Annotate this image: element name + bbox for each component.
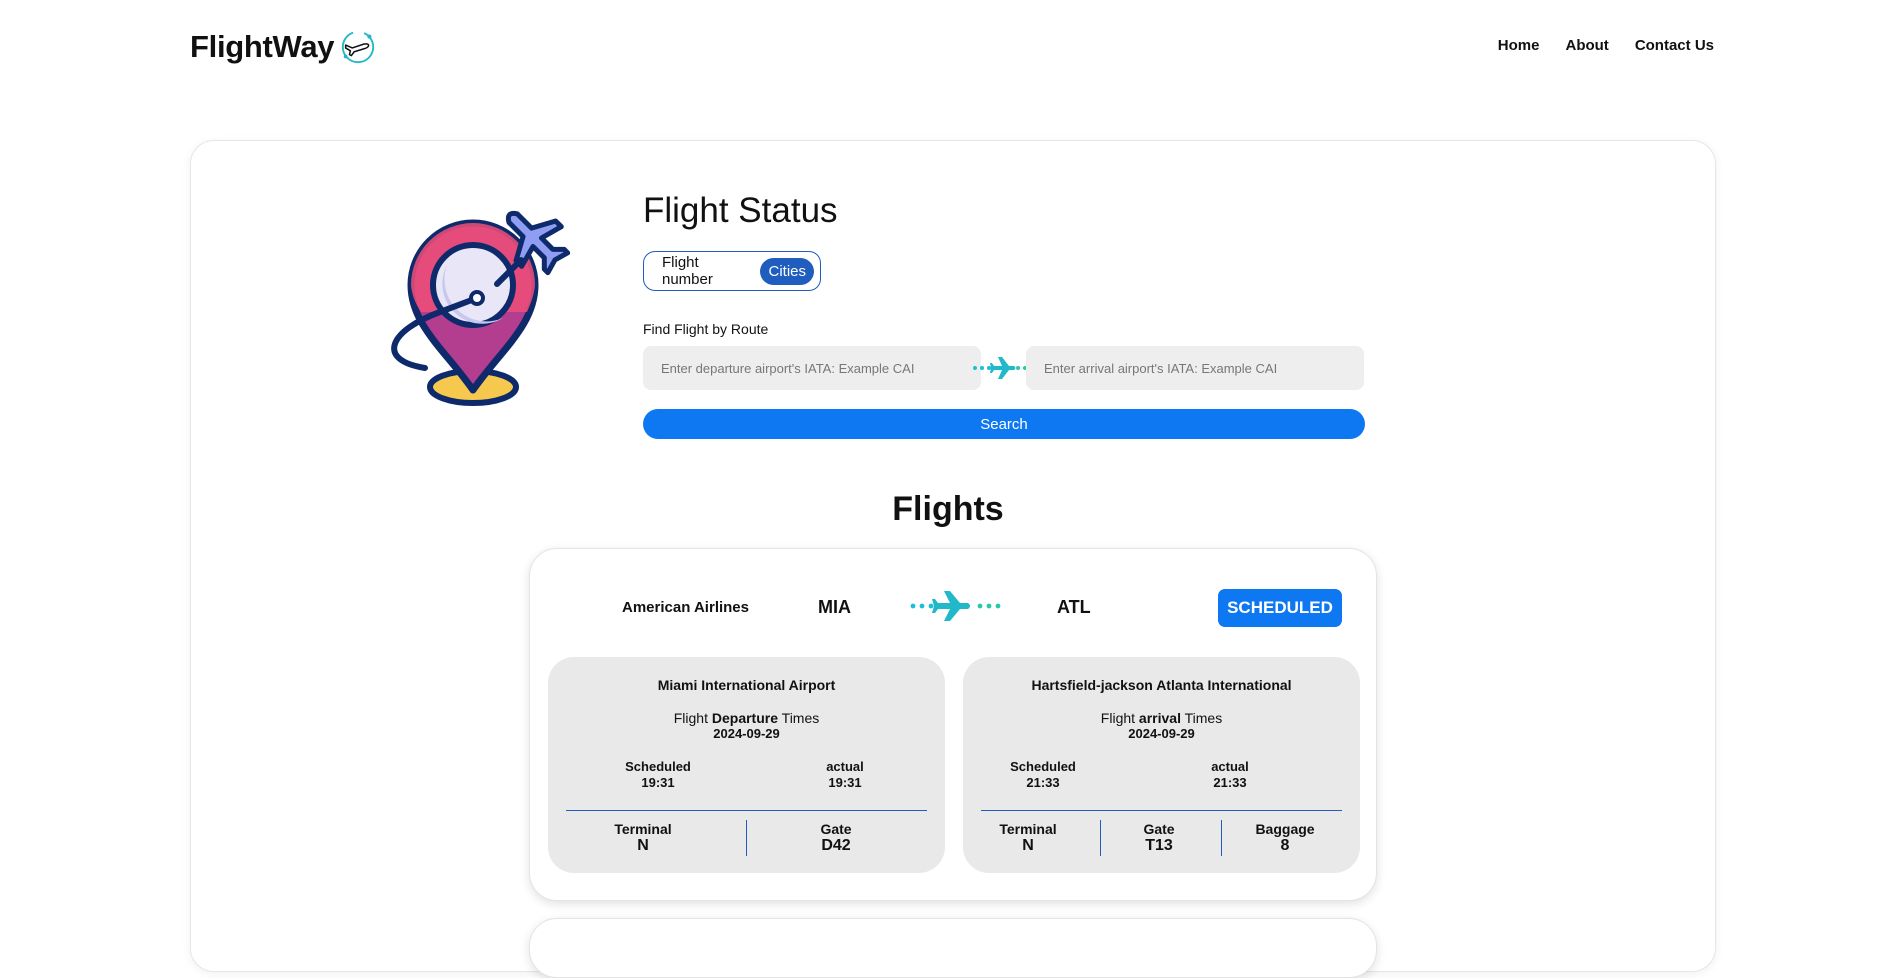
actual-time: 19:31 — [828, 775, 862, 790]
destination-code: ATL — [1057, 597, 1091, 617]
departure-airport: Miami International Airport — [657, 677, 836, 693]
page-title: Flight Status — [643, 191, 838, 230]
location-pin-plane-illustration-icon — [391, 210, 571, 406]
divider — [1221, 820, 1222, 856]
divider — [981, 810, 1342, 811]
baggage-value: 8 — [1280, 837, 1290, 854]
arrival-baggage: Baggage 8 — [1235, 821, 1335, 855]
brand-logo[interactable]: FlightWay — [190, 28, 377, 66]
actual-label: actual — [826, 759, 864, 774]
terminal-value: N — [637, 837, 649, 854]
divider — [566, 810, 927, 811]
flights-heading: Flights — [892, 490, 1004, 528]
gate-label: Gate — [1143, 821, 1175, 837]
gate-value: D42 — [821, 837, 851, 854]
status-badge: SCHEDULED — [1218, 589, 1342, 627]
departure-terminal: Terminal N — [588, 821, 698, 855]
terminal-value: N — [1022, 837, 1034, 854]
times-title-bold: arrival — [1138, 710, 1181, 726]
actual-label: actual — [1211, 759, 1249, 774]
nav-home[interactable]: Home — [1498, 37, 1540, 54]
gate-value: T13 — [1145, 837, 1173, 854]
times-title-pre: Flight — [673, 710, 708, 726]
departure-panel: Miami International Airport Flight Depar… — [548, 657, 945, 873]
toggle-flight-number[interactable]: Flight number — [662, 254, 752, 288]
divider — [1100, 820, 1101, 856]
scheduled-label: Scheduled — [625, 759, 691, 774]
nav-about[interactable]: About — [1565, 37, 1608, 54]
arrival-actual: actual 21:33 — [1170, 759, 1290, 791]
times-title-post: Times — [1184, 710, 1223, 726]
arrival-panel: Hartsfield-jackson Atlanta International… — [963, 657, 1360, 873]
gate-label: Gate — [820, 821, 852, 837]
top-nav: Home About Contact Us — [1498, 37, 1714, 54]
route-label: Find Flight by Route — [643, 321, 769, 337]
airline-name: American Airlines — [622, 599, 749, 616]
arrival-terminal: Terminal N — [983, 821, 1073, 855]
times-title-bold: Departure — [711, 710, 779, 726]
terminal-label: Terminal — [614, 821, 672, 837]
departure-times-title: Flight Departure Times — [548, 710, 945, 726]
scheduled-time: 21:33 — [1026, 775, 1060, 790]
arrival-airport: Hartsfield-jackson Atlanta International — [1031, 677, 1292, 693]
search-mode-toggle: Flight number Cities — [643, 251, 821, 291]
departure-actual: actual 19:31 — [785, 759, 905, 791]
departure-scheduled: Scheduled 19:31 — [598, 759, 718, 791]
departure-gate: Gate D42 — [781, 821, 891, 855]
arrival-scheduled: Scheduled 21:33 — [983, 759, 1103, 791]
arrival-gate: Gate T13 — [1114, 821, 1204, 855]
terminal-label: Terminal — [999, 821, 1057, 837]
arrival-times-title: Flight arrival Times — [963, 710, 1360, 726]
flight-card — [529, 918, 1377, 978]
origin-code: MIA — [818, 597, 851, 617]
arrival-date: 2024-09-29 — [1128, 726, 1195, 741]
flight-card: American Airlines MIA ATL SCHEDULED Miam… — [529, 548, 1377, 901]
plane-circle-logo-icon — [342, 30, 375, 64]
flight-route-plane-icon — [910, 591, 1001, 621]
arrival-iata-input[interactable] — [1026, 346, 1364, 390]
nav-contact-us[interactable]: Contact Us — [1635, 37, 1714, 54]
departure-date: 2024-09-29 — [713, 726, 780, 741]
baggage-label: Baggage — [1255, 821, 1315, 837]
actual-time: 21:33 — [1213, 775, 1247, 790]
times-title-post: Times — [781, 710, 820, 726]
divider — [746, 820, 747, 856]
search-button[interactable]: Search — [643, 409, 1365, 439]
times-title-pre: Flight — [1100, 710, 1136, 726]
brand-name: FlightWay — [190, 29, 335, 64]
departure-iata-input[interactable] — [643, 346, 981, 390]
scheduled-label: Scheduled — [1010, 759, 1076, 774]
scheduled-time: 19:31 — [641, 775, 675, 790]
toggle-cities[interactable]: Cities — [760, 257, 814, 285]
